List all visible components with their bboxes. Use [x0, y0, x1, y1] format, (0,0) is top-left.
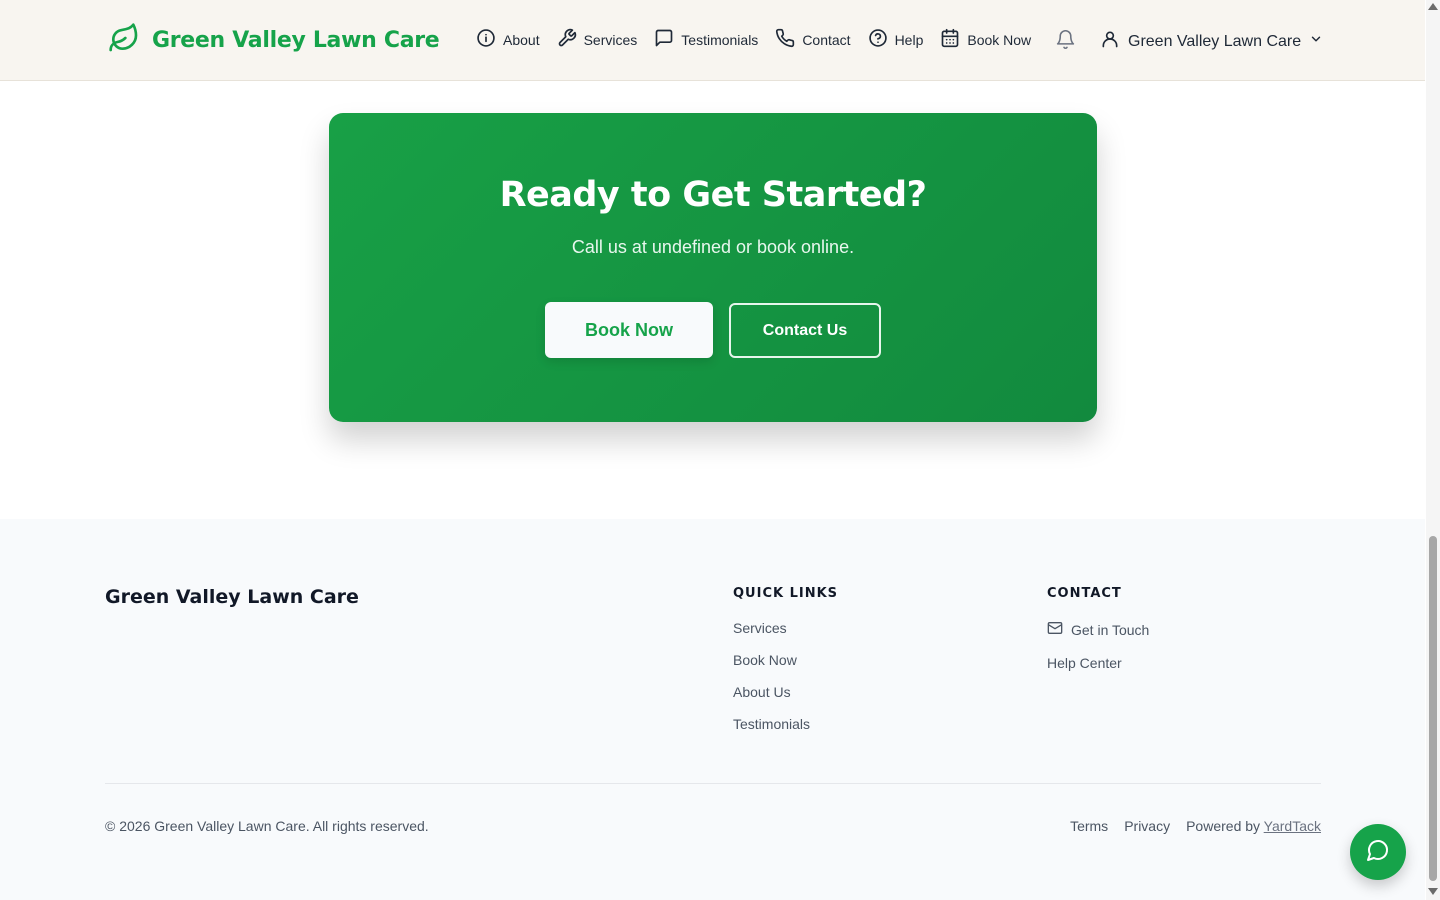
privacy-link[interactable]: Privacy	[1124, 818, 1170, 834]
brand-name: Green Valley Lawn Care	[152, 28, 440, 53]
copyright-text: © 2026 Green Valley Lawn Care. All right…	[105, 818, 429, 834]
calendar-icon	[940, 28, 960, 51]
book-now-button[interactable]: Book Now	[545, 302, 713, 358]
footer-divider	[105, 783, 1321, 784]
contact-heading: CONTACT	[1047, 586, 1122, 601]
nav-help[interactable]: Help	[868, 28, 924, 51]
message-icon	[654, 28, 674, 51]
nav-help-label: Help	[894, 31, 924, 48]
nav-contact[interactable]: Contact	[775, 28, 851, 51]
nav-services[interactable]: Services	[557, 28, 638, 51]
phone-icon	[775, 28, 795, 51]
page-scrollbar[interactable]	[1426, 0, 1440, 900]
footer-link-get-in-touch[interactable]: Get in Touch	[1047, 620, 1149, 640]
footer-link-services[interactable]: Services	[733, 620, 810, 637]
scroll-up-arrow[interactable]	[1428, 3, 1438, 10]
contact-us-button[interactable]: Contact Us	[729, 303, 881, 358]
quick-links-heading: QUICK LINKS	[733, 586, 839, 601]
nav-book-now[interactable]: Book Now	[940, 28, 1031, 51]
cta-title: Ready to Get Started?	[499, 175, 927, 215]
powered-by-label: Powered by	[1186, 818, 1261, 834]
nav-contact-label: Contact	[802, 31, 851, 48]
bell-icon	[1055, 30, 1076, 54]
contact-list: Get in Touch Help Center	[1047, 620, 1149, 672]
cta-subtitle: Call us at undefined or book online.	[571, 237, 855, 257]
footer-link-book-now[interactable]: Book Now	[733, 652, 810, 669]
info-icon	[476, 28, 496, 51]
yardtack-link[interactable]: YardTack	[1264, 818, 1321, 834]
chat-bubble-icon	[1366, 838, 1390, 867]
brand-logo[interactable]: Green Valley Lawn Care	[108, 22, 440, 59]
site-header: Green Valley Lawn Care About Services Te…	[0, 0, 1425, 81]
cta-banner: Ready to Get Started? Call us at undefin…	[329, 113, 1097, 422]
wrench-icon	[557, 28, 577, 51]
help-circle-icon	[868, 28, 888, 51]
terms-link[interactable]: Terms	[1070, 818, 1108, 834]
nav-about[interactable]: About	[476, 28, 540, 51]
user-icon	[1100, 29, 1120, 54]
main-nav: About Services Testimonials Contact Help	[476, 28, 1048, 51]
nav-book-now-label: Book Now	[967, 31, 1032, 48]
notifications-button[interactable]	[1055, 29, 1076, 55]
leaf-icon	[108, 22, 140, 59]
nav-about-label: About	[503, 31, 540, 48]
mail-icon	[1047, 620, 1063, 640]
nav-testimonials-label: Testimonials	[681, 31, 759, 48]
footer-link-testimonials[interactable]: Testimonials	[733, 716, 810, 733]
user-menu[interactable]: Green Valley Lawn Care	[1100, 29, 1323, 54]
nav-testimonials[interactable]: Testimonials	[654, 28, 758, 51]
footer-link-about-us[interactable]: About Us	[733, 684, 810, 701]
powered-by: Powered by YardTack	[1186, 818, 1321, 834]
scroll-thumb[interactable]	[1429, 536, 1437, 881]
quick-links-list: Services Book Now About Us Testimonials	[733, 620, 810, 733]
nav-services-label: Services	[583, 31, 638, 48]
user-menu-label: Green Valley Lawn Care	[1128, 32, 1302, 50]
site-footer: Green Valley Lawn Care QUICK LINKS Servi…	[0, 519, 1425, 900]
get-in-touch-label: Get in Touch	[1071, 621, 1150, 638]
chat-button[interactable]	[1350, 824, 1406, 880]
scroll-down-arrow[interactable]	[1428, 888, 1438, 895]
chevron-down-icon	[1309, 32, 1323, 51]
legal-links: Terms Privacy Powered by YardTack	[1070, 818, 1321, 834]
footer-brand: Green Valley Lawn Care	[105, 586, 359, 608]
footer-link-help-center[interactable]: Help Center	[1047, 655, 1149, 672]
